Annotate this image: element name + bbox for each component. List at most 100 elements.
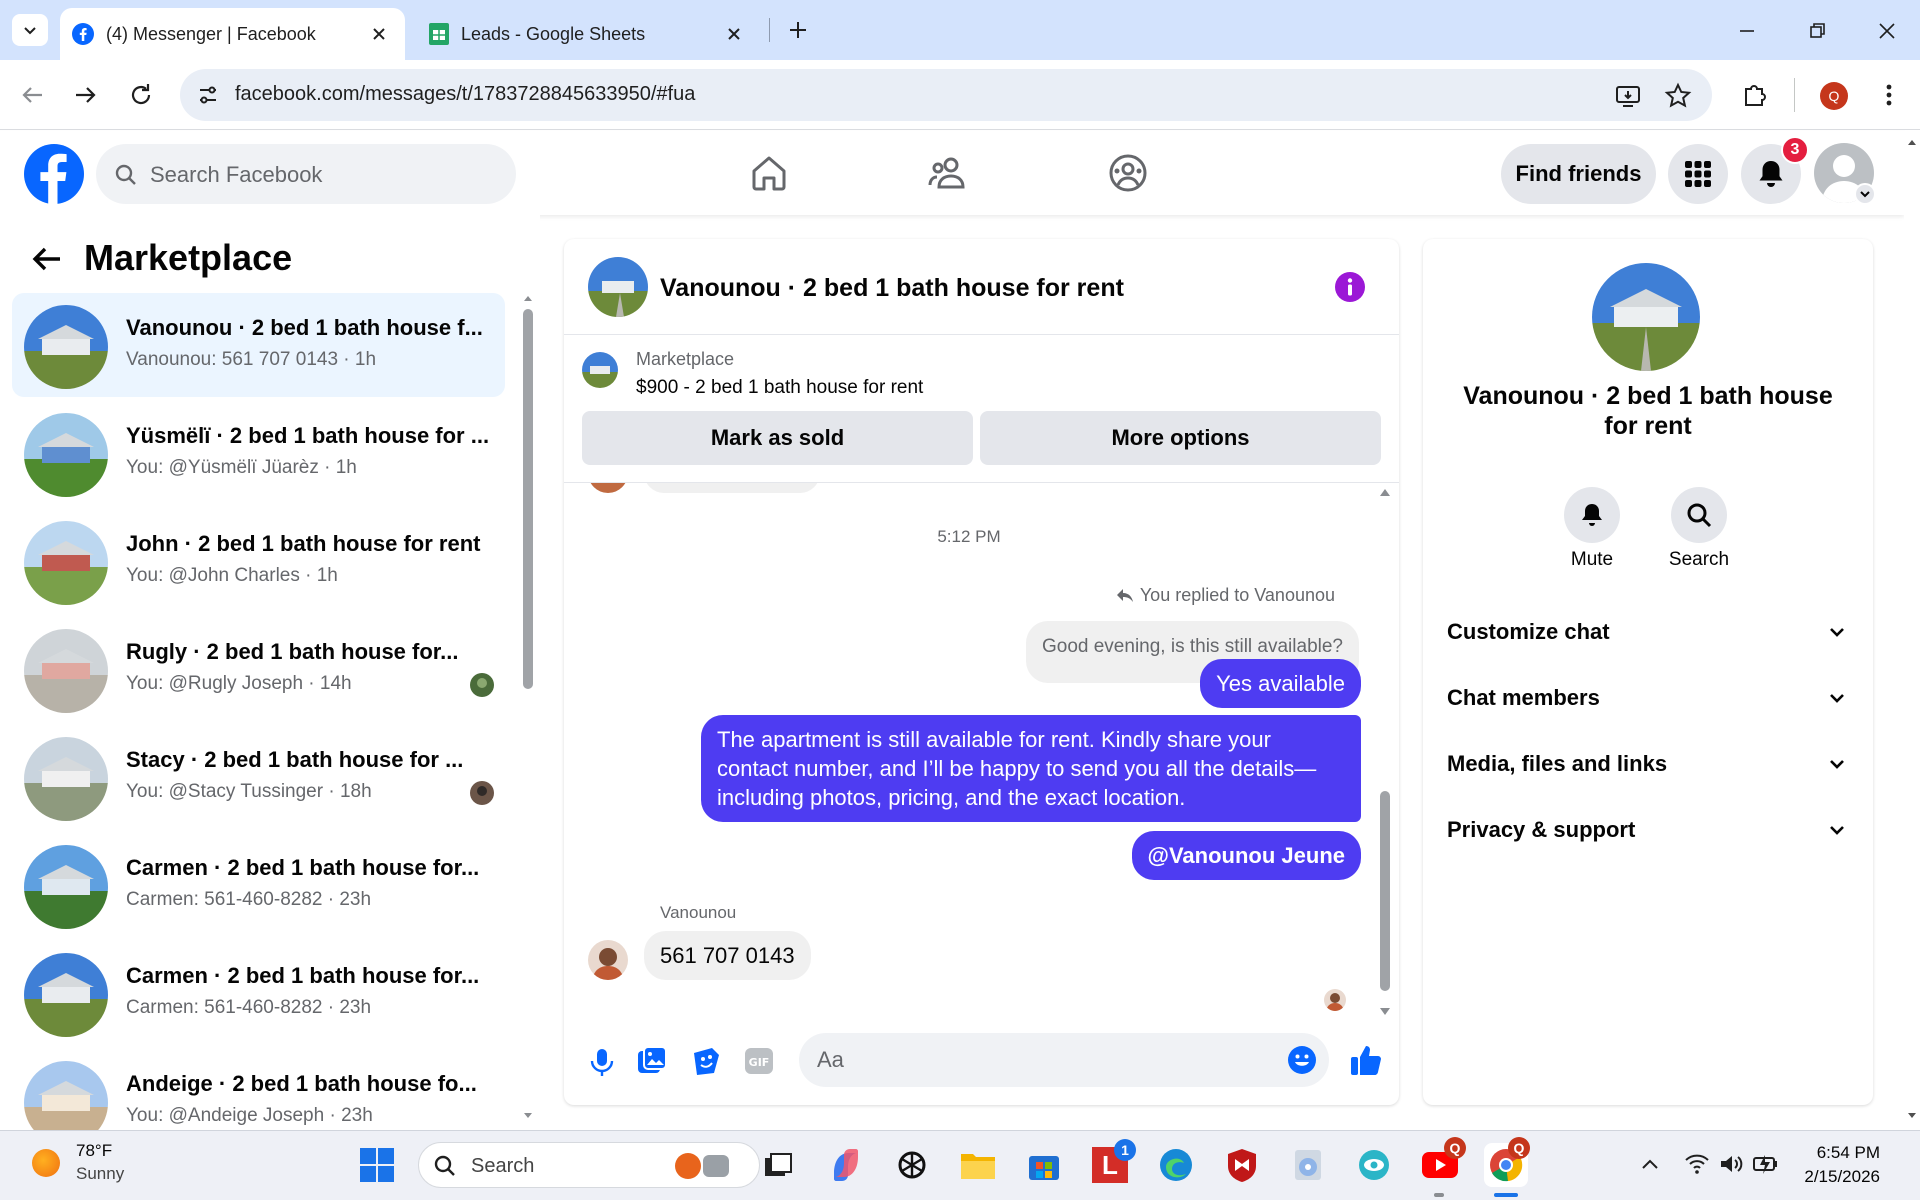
copilot-app[interactable] bbox=[824, 1143, 868, 1187]
tab-messenger[interactable]: (4) Messenger | Facebook bbox=[60, 8, 405, 60]
sender-avatar[interactable] bbox=[588, 940, 628, 980]
close-tab-icon[interactable] bbox=[722, 22, 746, 46]
chat-avatar[interactable] bbox=[588, 257, 648, 317]
install-app-icon[interactable] bbox=[1614, 82, 1642, 110]
listing-title[interactable]: $900 - 2 bed 1 bath house for rent bbox=[636, 377, 923, 399]
conversation-item[interactable]: Carmen · 2 bed 1 bath house for... Carmen… bbox=[12, 833, 505, 937]
conversation-preview: You: @Rugly Joseph · 14h bbox=[126, 673, 352, 694]
emoji-icon[interactable] bbox=[1287, 1045, 1317, 1075]
friends-icon[interactable] bbox=[927, 153, 969, 193]
info-avatar[interactable] bbox=[1592, 263, 1700, 371]
wifi-icon[interactable] bbox=[1684, 1151, 1710, 1177]
thumbs-up-icon[interactable] bbox=[1349, 1043, 1383, 1077]
page-scrollbar[interactable] bbox=[1904, 131, 1920, 1130]
incoming-message[interactable]: 561 707 0143 bbox=[644, 931, 811, 980]
info-section-toggle[interactable]: Media, files and links bbox=[1447, 744, 1847, 784]
start-button[interactable] bbox=[355, 1143, 399, 1187]
back-arrow-icon[interactable] bbox=[30, 242, 64, 276]
chevron-down-icon bbox=[1830, 826, 1844, 835]
outgoing-message[interactable]: Yes available bbox=[1200, 659, 1361, 708]
taskbar-search[interactable]: Search bbox=[418, 1142, 760, 1188]
file-explorer-app[interactable] bbox=[956, 1143, 1000, 1187]
facebook-search-input[interactable]: Search Facebook bbox=[96, 144, 516, 204]
reply-arrow-icon bbox=[1116, 588, 1133, 602]
battery-charging-icon[interactable] bbox=[1752, 1151, 1780, 1177]
tab-google-sheets[interactable]: Leads - Google Sheets bbox=[415, 8, 760, 60]
conversation-item[interactable]: Carmen · 2 bed 1 bath house for... Carmen… bbox=[12, 941, 505, 1045]
minimize-button[interactable] bbox=[1732, 16, 1762, 46]
conversation-item[interactable]: Stacy · 2 bed 1 bath house for ... You: @… bbox=[12, 725, 505, 829]
reload-button[interactable] bbox=[126, 80, 156, 110]
chevron-down-icon bbox=[24, 27, 36, 35]
close-tab-icon[interactable] bbox=[367, 22, 391, 46]
bookmark-star-icon[interactable] bbox=[1664, 82, 1692, 110]
mcafee-app[interactable] bbox=[1220, 1143, 1264, 1187]
account-menu-chevron[interactable] bbox=[1854, 183, 1876, 205]
listing-thumbnail[interactable] bbox=[582, 352, 618, 388]
conversation-item[interactable]: Andeige · 2 bed 1 bath house fo... You: @… bbox=[12, 1049, 505, 1130]
more-options-button[interactable]: More options bbox=[980, 411, 1381, 465]
conversation-name: Yüsmëlï · 2 bed 1 bath house for ... bbox=[126, 423, 490, 448]
message-input[interactable]: Aa bbox=[799, 1033, 1329, 1087]
info-section-toggle[interactable]: Privacy & support bbox=[1447, 810, 1847, 850]
photo-icon[interactable] bbox=[636, 1045, 668, 1077]
new-tab-button[interactable] bbox=[782, 14, 814, 46]
tab-search-button[interactable] bbox=[12, 14, 48, 46]
more-vertical-icon[interactable] bbox=[1874, 80, 1904, 110]
clock-date[interactable]: 2/15/2026 bbox=[1780, 1167, 1880, 1187]
find-friends-button[interactable]: Find friends bbox=[1501, 144, 1656, 204]
microphone-icon[interactable] bbox=[588, 1047, 616, 1077]
conversation-item[interactable]: Yüsmëlï · 2 bed 1 bath house for ... You:… bbox=[12, 401, 505, 505]
tab-title: (4) Messenger | Facebook bbox=[106, 23, 316, 44]
outgoing-mention-message[interactable]: @Vanounou Jeune bbox=[1131, 831, 1361, 880]
groups-icon[interactable] bbox=[1108, 153, 1148, 193]
extensions-icon[interactable] bbox=[1740, 80, 1770, 110]
url-text[interactable]: facebook.com/messages/t/1783728845633950… bbox=[235, 83, 695, 106]
sticker-icon[interactable] bbox=[690, 1045, 722, 1077]
previous-message-bubble bbox=[644, 483, 820, 493]
search-icon bbox=[115, 164, 136, 185]
conversation-avatar bbox=[24, 737, 108, 821]
forward-button[interactable] bbox=[70, 80, 100, 110]
volume-icon[interactable] bbox=[1718, 1151, 1744, 1177]
site-settings-icon[interactable] bbox=[196, 83, 220, 107]
vpn-app[interactable] bbox=[1352, 1143, 1396, 1187]
microsoft-store-app[interactable] bbox=[1022, 1143, 1066, 1187]
sidebar-scroll-thumb[interactable] bbox=[523, 309, 533, 689]
menu-button[interactable] bbox=[1668, 144, 1728, 204]
thread-scrollbar[interactable] bbox=[1378, 483, 1392, 1023]
close-window-button[interactable] bbox=[1872, 16, 1902, 46]
gif-icon[interactable]: GIF bbox=[744, 1047, 774, 1075]
chat-header: Vanounou · 2 bed 1 bath house for rent bbox=[564, 239, 1399, 335]
thread-scroll-thumb[interactable] bbox=[1380, 791, 1390, 991]
outgoing-message[interactable]: The apartment is still available for ren… bbox=[701, 715, 1361, 822]
omnibox[interactable]: facebook.com/messages/t/1783728845633950… bbox=[180, 69, 1712, 121]
chevron-up-icon[interactable] bbox=[1640, 1155, 1660, 1175]
chevron-down-icon bbox=[1830, 628, 1844, 637]
restore-button[interactable] bbox=[1802, 16, 1832, 46]
mark-as-sold-button[interactable]: Mark as sold bbox=[582, 411, 973, 465]
clock-time[interactable]: 6:54 PM bbox=[1780, 1143, 1880, 1163]
sun-weather-icon[interactable] bbox=[32, 1149, 60, 1177]
info-icon[interactable] bbox=[1334, 271, 1366, 303]
search-conversation-button[interactable] bbox=[1671, 487, 1727, 543]
conversation-item[interactable]: Vanounou · 2 bed 1 bath house f... Vanoun… bbox=[12, 293, 505, 397]
chatgpt-app[interactable] bbox=[890, 1143, 934, 1187]
conversation-item[interactable]: Rugly · 2 bed 1 bath house for... You: @R… bbox=[12, 617, 505, 721]
weather-desc[interactable]: Sunny bbox=[76, 1164, 124, 1184]
task-view-button[interactable] bbox=[756, 1143, 800, 1187]
info-section-toggle[interactable]: Customize chat bbox=[1447, 612, 1847, 652]
edge-app[interactable] bbox=[1154, 1143, 1198, 1187]
mute-button[interactable] bbox=[1564, 487, 1620, 543]
back-button[interactable] bbox=[18, 80, 48, 110]
media-player-app[interactable] bbox=[1286, 1143, 1330, 1187]
info-section-toggle[interactable]: Chat members bbox=[1447, 678, 1847, 718]
conversation-item[interactable]: John · 2 bed 1 bath house for rent You: @… bbox=[12, 509, 505, 613]
search-highlight-icon bbox=[703, 1155, 729, 1177]
disc-icon bbox=[1295, 1150, 1321, 1180]
profile-avatar[interactable]: Q bbox=[1820, 82, 1848, 110]
home-icon[interactable] bbox=[749, 153, 789, 193]
weather-temp[interactable]: 78°F bbox=[76, 1141, 112, 1161]
facebook-logo-icon[interactable] bbox=[24, 144, 84, 204]
sidebar-scrollbar[interactable] bbox=[521, 293, 535, 1123]
